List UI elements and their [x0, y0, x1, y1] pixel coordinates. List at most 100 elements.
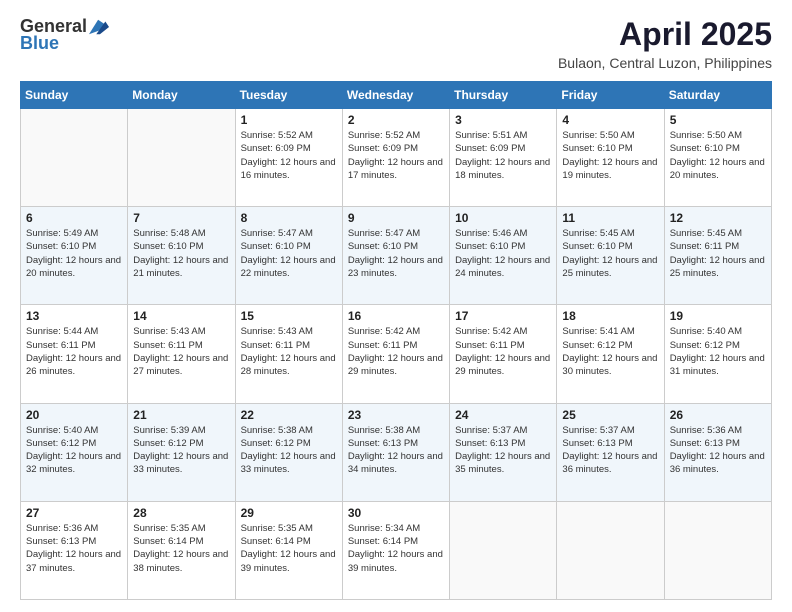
calendar-header-friday: Friday	[557, 82, 664, 109]
calendar-cell: 25 Sunrise: 5:37 AM Sunset: 6:13 PM Dayli…	[557, 403, 664, 501]
day-info: Sunrise: 5:43 AM Sunset: 6:11 PM Dayligh…	[241, 325, 337, 378]
day-info: Sunrise: 5:46 AM Sunset: 6:10 PM Dayligh…	[455, 227, 551, 280]
day-info: Sunrise: 5:48 AM Sunset: 6:10 PM Dayligh…	[133, 227, 229, 280]
day-info: Sunrise: 5:38 AM Sunset: 6:12 PM Dayligh…	[241, 424, 337, 477]
day-number: 29	[241, 506, 337, 520]
calendar-cell: 22 Sunrise: 5:38 AM Sunset: 6:12 PM Dayli…	[235, 403, 342, 501]
day-number: 14	[133, 309, 229, 323]
calendar-cell: 23Sunrise: 5:38 AM Sunset: 6:13 PM Dayli…	[342, 403, 449, 501]
calendar-cell: 11 Sunrise: 5:45 AM Sunset: 6:10 PM Dayli…	[557, 207, 664, 305]
calendar-week-row: 1 Sunrise: 5:52 AM Sunset: 6:09 PM Daylig…	[21, 109, 772, 207]
calendar-cell	[21, 109, 128, 207]
day-number: 18	[562, 309, 658, 323]
calendar-cell: 27Sunrise: 5:36 AM Sunset: 6:13 PM Dayli…	[21, 501, 128, 599]
day-number: 4	[562, 113, 658, 127]
logo-icon	[89, 19, 109, 35]
calendar-table: SundayMondayTuesdayWednesdayThursdayFrid…	[20, 81, 772, 600]
day-info: Sunrise: 5:43 AM Sunset: 6:11 PM Dayligh…	[133, 325, 229, 378]
calendar-cell: 16 Sunrise: 5:42 AM Sunset: 6:11 PM Dayli…	[342, 305, 449, 403]
day-number: 16	[348, 309, 444, 323]
day-info: Sunrise: 5:51 AM Sunset: 6:09 PM Dayligh…	[455, 129, 551, 182]
title-section: April 2025 Bulaon, Central Luzon, Philip…	[558, 16, 772, 71]
day-info: Sunrise: 5:35 AM Sunset: 6:14 PM Dayligh…	[133, 522, 229, 575]
day-info: Sunrise: 5:42 AM Sunset: 6:11 PM Dayligh…	[455, 325, 551, 378]
day-number: 21	[133, 408, 229, 422]
day-info: Sunrise: 5:36 AM Sunset: 6:13 PM Dayligh…	[26, 522, 122, 575]
calendar-cell: 2 Sunrise: 5:52 AM Sunset: 6:09 PM Daylig…	[342, 109, 449, 207]
day-number: 8	[241, 211, 337, 225]
day-info: Sunrise: 5:49 AM Sunset: 6:10 PM Dayligh…	[26, 227, 122, 280]
calendar-cell: 15 Sunrise: 5:43 AM Sunset: 6:11 PM Dayli…	[235, 305, 342, 403]
day-number: 25	[562, 408, 658, 422]
calendar-cell	[450, 501, 557, 599]
day-info: Sunrise: 5:45 AM Sunset: 6:11 PM Dayligh…	[670, 227, 766, 280]
location-title: Bulaon, Central Luzon, Philippines	[558, 55, 772, 71]
page: General Blue April 2025 Bulaon, Central …	[0, 0, 792, 612]
calendar-cell: 4 Sunrise: 5:50 AM Sunset: 6:10 PM Daylig…	[557, 109, 664, 207]
day-info: Sunrise: 5:42 AM Sunset: 6:11 PM Dayligh…	[348, 325, 444, 378]
day-number: 3	[455, 113, 551, 127]
logo-blue: Blue	[20, 33, 59, 54]
day-info: Sunrise: 5:50 AM Sunset: 6:10 PM Dayligh…	[562, 129, 658, 182]
day-number: 15	[241, 309, 337, 323]
calendar-cell: 5 Sunrise: 5:50 AM Sunset: 6:10 PM Daylig…	[664, 109, 771, 207]
calendar-cell: 19Sunrise: 5:40 AM Sunset: 6:12 PM Dayli…	[664, 305, 771, 403]
day-info: Sunrise: 5:52 AM Sunset: 6:09 PM Dayligh…	[241, 129, 337, 182]
day-number: 28	[133, 506, 229, 520]
calendar-cell: 21 Sunrise: 5:39 AM Sunset: 6:12 PM Dayli…	[128, 403, 235, 501]
calendar-cell: 14 Sunrise: 5:43 AM Sunset: 6:11 PM Dayli…	[128, 305, 235, 403]
day-number: 10	[455, 211, 551, 225]
header: General Blue April 2025 Bulaon, Central …	[20, 16, 772, 71]
day-info: Sunrise: 5:47 AM Sunset: 6:10 PM Dayligh…	[241, 227, 337, 280]
calendar-header-sunday: Sunday	[21, 82, 128, 109]
day-info: Sunrise: 5:36 AM Sunset: 6:13 PM Dayligh…	[670, 424, 766, 477]
day-number: 9	[348, 211, 444, 225]
calendar-cell: 6 Sunrise: 5:49 AM Sunset: 6:10 PM Daylig…	[21, 207, 128, 305]
day-info: Sunrise: 5:38 AM Sunset: 6:13 PM Dayligh…	[348, 424, 444, 477]
calendar-header-monday: Monday	[128, 82, 235, 109]
day-number: 1	[241, 113, 337, 127]
month-title: April 2025	[558, 16, 772, 53]
calendar-cell: 29 Sunrise: 5:35 AM Sunset: 6:14 PM Dayli…	[235, 501, 342, 599]
calendar-cell: 17 Sunrise: 5:42 AM Sunset: 6:11 PM Dayli…	[450, 305, 557, 403]
day-info: Sunrise: 5:40 AM Sunset: 6:12 PM Dayligh…	[26, 424, 122, 477]
day-info: Sunrise: 5:45 AM Sunset: 6:10 PM Dayligh…	[562, 227, 658, 280]
calendar-cell: 13 Sunrise: 5:44 AM Sunset: 6:11 PM Dayli…	[21, 305, 128, 403]
day-info: Sunrise: 5:39 AM Sunset: 6:12 PM Dayligh…	[133, 424, 229, 477]
day-info: Sunrise: 5:47 AM Sunset: 6:10 PM Dayligh…	[348, 227, 444, 280]
day-number: 13	[26, 309, 122, 323]
day-info: Sunrise: 5:35 AM Sunset: 6:14 PM Dayligh…	[241, 522, 337, 575]
day-number: 5	[670, 113, 766, 127]
calendar-cell	[664, 501, 771, 599]
day-info: Sunrise: 5:40 AM Sunset: 6:12 PM Dayligh…	[670, 325, 766, 378]
day-number: 30	[348, 506, 444, 520]
calendar-cell: 26Sunrise: 5:36 AM Sunset: 6:13 PM Dayli…	[664, 403, 771, 501]
calendar-week-row: 6 Sunrise: 5:49 AM Sunset: 6:10 PM Daylig…	[21, 207, 772, 305]
calendar-cell	[128, 109, 235, 207]
day-number: 20	[26, 408, 122, 422]
calendar-cell: 28 Sunrise: 5:35 AM Sunset: 6:14 PM Dayli…	[128, 501, 235, 599]
day-info: Sunrise: 5:37 AM Sunset: 6:13 PM Dayligh…	[562, 424, 658, 477]
day-number: 11	[562, 211, 658, 225]
day-info: Sunrise: 5:34 AM Sunset: 6:14 PM Dayligh…	[348, 522, 444, 575]
calendar-header-saturday: Saturday	[664, 82, 771, 109]
day-number: 6	[26, 211, 122, 225]
day-info: Sunrise: 5:50 AM Sunset: 6:10 PM Dayligh…	[670, 129, 766, 182]
calendar-header-tuesday: Tuesday	[235, 82, 342, 109]
day-info: Sunrise: 5:44 AM Sunset: 6:11 PM Dayligh…	[26, 325, 122, 378]
day-number: 17	[455, 309, 551, 323]
day-info: Sunrise: 5:52 AM Sunset: 6:09 PM Dayligh…	[348, 129, 444, 182]
calendar-cell: 20 Sunrise: 5:40 AM Sunset: 6:12 PM Dayli…	[21, 403, 128, 501]
calendar-cell	[557, 501, 664, 599]
calendar-week-row: 27Sunrise: 5:36 AM Sunset: 6:13 PM Dayli…	[21, 501, 772, 599]
calendar-cell: 18Sunrise: 5:41 AM Sunset: 6:12 PM Dayli…	[557, 305, 664, 403]
calendar-cell: 3 Sunrise: 5:51 AM Sunset: 6:09 PM Daylig…	[450, 109, 557, 207]
day-number: 7	[133, 211, 229, 225]
day-number: 24	[455, 408, 551, 422]
calendar-cell: 7 Sunrise: 5:48 AM Sunset: 6:10 PM Daylig…	[128, 207, 235, 305]
day-number: 12	[670, 211, 766, 225]
calendar-cell: 1 Sunrise: 5:52 AM Sunset: 6:09 PM Daylig…	[235, 109, 342, 207]
day-number: 2	[348, 113, 444, 127]
calendar-cell: 10 Sunrise: 5:46 AM Sunset: 6:10 PM Dayli…	[450, 207, 557, 305]
day-number: 22	[241, 408, 337, 422]
